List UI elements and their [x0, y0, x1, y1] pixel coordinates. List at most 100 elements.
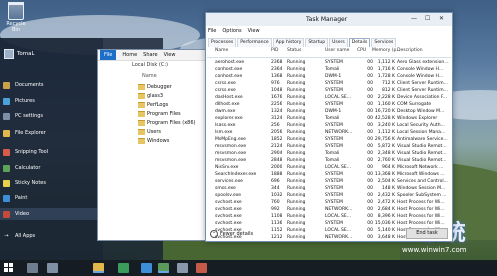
recycle-bin[interactable]: Recycle Bin: [4, 2, 28, 33]
menu-options[interactable]: Options: [222, 28, 241, 34]
calculator-icon[interactable]: [177, 263, 188, 273]
table-row[interactable]: conhost.exe 1368 Running DWM-1 00 1,728 K Cons…: [207, 73, 451, 80]
table-row[interactable]: smss.exe 344 Running SYSTEM 00 148 K Windows S…: [207, 185, 451, 192]
list-item[interactable]: Debugger: [138, 82, 172, 91]
table-cell: msvsmon.exe: [215, 158, 247, 163]
search-icon[interactable]: [27, 263, 38, 273]
table-row[interactable]: MsMpEng.exe 1852 Running SYSTEM 00 29,756 K An…: [207, 136, 451, 143]
table-cell: 3124: [271, 116, 283, 121]
tab-processes[interactable]: Processes: [208, 38, 237, 47]
end-task-button[interactable]: End task: [406, 228, 448, 239]
table-row[interactable]: msvsmon.exe 2124 Running SYSTEM 00 5,872 K Vis…: [207, 143, 451, 150]
table-row[interactable]: services.exe 696 Running SYSTEM 00 2,504 K Ser…: [207, 178, 451, 185]
tab-users[interactable]: Users: [329, 38, 348, 47]
internet-explorer-icon[interactable]: [141, 263, 152, 273]
maximize-icon[interactable]: ☐: [425, 15, 430, 22]
start-menu-item[interactable]: Documents: [0, 79, 103, 91]
start-menu-item[interactable]: Pictures: [0, 95, 103, 107]
close-icon[interactable]: ✕: [439, 15, 444, 22]
tab-performance[interactable]: Performance: [237, 38, 272, 47]
ribbon-tab-share[interactable]: Share: [143, 52, 157, 58]
start-menu-item[interactable]: Video: [0, 208, 103, 220]
list-item[interactable]: Users: [138, 127, 161, 136]
table-cell: Running: [287, 214, 306, 219]
table-row[interactable]: aerohost.exe 2368 Running SYSTEM 00 1,112 K Ae…: [207, 59, 451, 66]
list-item[interactable]: Program Files (x86): [138, 118, 195, 127]
title-bar[interactable]: Task Manager — ☐ ✕: [206, 13, 452, 26]
table-cell: Visual Studio Remot...: [397, 158, 447, 163]
table-row[interactable]: dwm.exe 1324 Running DWM-1 00 16,720 K Desktop…: [207, 108, 451, 115]
name-column-header[interactable]: Name: [142, 73, 157, 79]
column-header[interactable]: CPU: [357, 48, 366, 57]
table-cell: 13,368 K: [374, 172, 395, 177]
start-button[interactable]: [4, 263, 14, 273]
table-row[interactable]: svchost.exe1240 Running LOCAL SE...006,748…: [207, 241, 451, 242]
start-menu-item[interactable]: File Explorer›: [0, 127, 103, 139]
table-row[interactable]: explorer.exe 3124 Running Tomali 00 42,528 KW…: [207, 115, 451, 122]
table-row[interactable]: csrss.exe 976 Running SYSTEM 00 712 K Client S…: [207, 80, 451, 87]
table-cell: csrss.exe: [215, 81, 236, 86]
snipping-tool-icon[interactable]: [196, 263, 207, 273]
start-menu-item[interactable]: PC settings: [0, 110, 103, 122]
menu-file[interactable]: File: [208, 28, 216, 34]
table-row[interactable]: lsass.exe 256 Running SYSTEM 00 3,240 K Local …: [207, 122, 451, 129]
table-cell: Running: [287, 165, 306, 170]
table-cell: 2848: [271, 158, 283, 163]
table-row[interactable]: NisSrv.exe 2000 Running LOCAL SE... 00 964 KM…: [207, 164, 451, 171]
list-item[interactable]: Windows: [138, 136, 169, 145]
table-cell: 2,348 K: [377, 151, 395, 156]
tab-details[interactable]: Details: [348, 38, 371, 47]
start-menu-item[interactable]: Calculator: [0, 162, 103, 174]
table-cell: 1324: [271, 109, 283, 114]
start-menu-item[interactable]: Snipping Tool›: [0, 146, 103, 158]
fewer-details-button[interactable]: ^ Fewer details: [210, 230, 253, 238]
start-menu-item[interactable]: Paint: [0, 192, 103, 204]
column-header[interactable]: Description: [397, 48, 423, 57]
tab-app-history[interactable]: App history: [272, 38, 305, 47]
table-row[interactable]: msvsmon.exe 2904 Running Tomali 00 2,348 K Vis…: [207, 150, 451, 157]
list-item[interactable]: Program Files: [138, 109, 181, 118]
table-cell: Tomali: [325, 116, 340, 121]
table-row[interactable]: dasHost.exe 1676 Running LOCAL SE... 00 2,228…: [207, 94, 451, 101]
table-row[interactable]: svchost.exe 1108 Running LOCAL SE... 00 8,396…: [207, 213, 451, 220]
tab-services[interactable]: Services: [371, 38, 397, 47]
list-item[interactable]: PerfLogs: [138, 100, 168, 109]
task-manager-icon[interactable]: [158, 263, 169, 273]
table-row[interactable]: svchost.exe 992 Running NETWORK... 00 2,684 K…: [207, 206, 451, 213]
start-user[interactable]: TomaL: [4, 42, 35, 66]
paint-icon: [3, 194, 10, 202]
table-row[interactable]: dllhost.exe 2256 Running SYSTEM 00 1,160 K COM…: [207, 101, 451, 108]
table-row[interactable]: msvsmon.exe 2848 Running Tomali 00 2,760 K Vis…: [207, 157, 451, 164]
store-icon[interactable]: [118, 263, 129, 273]
column-header[interactable]: PID: [271, 48, 279, 57]
table-cell: 992: [271, 207, 280, 212]
column-header[interactable]: Name: [215, 48, 228, 57]
table-cell: 5,872 K: [377, 144, 395, 149]
table-row[interactable]: svchost.exe 1136 Running SYSTEM 00 15,036 K Ho…: [207, 220, 451, 227]
minimize-icon[interactable]: —: [411, 15, 417, 22]
menu-view[interactable]: View: [248, 28, 260, 34]
table-cell: 2,472 K: [377, 200, 395, 205]
table-row[interactable]: lsm.exe 2056 Running NETWORK... 00 1,112 K Loc…: [207, 129, 451, 136]
table-row[interactable]: SearchIndexer.exe 1888 Running SYSTEM 00 13,3…: [207, 171, 451, 178]
table-row[interactable]: spoolsv.exe 1032 Running SYSTEM 00 2,432 K Spo…: [207, 192, 451, 199]
ribbon-tab-home[interactable]: Home: [122, 52, 137, 58]
list-item[interactable]: glass3: [138, 91, 163, 100]
table-cell: 2,504 K: [377, 179, 395, 184]
ribbon-tab-file[interactable]: File: [100, 50, 117, 60]
ribbon-tab-view[interactable]: View: [164, 52, 176, 58]
start-menu-item[interactable]: Sticky Notes: [0, 177, 103, 189]
table-cell: Running: [287, 123, 306, 128]
table-row[interactable]: conhost.exe 2364 Running Tomali 00 1,716 K Con…: [207, 66, 451, 73]
folder-icon: [3, 129, 10, 137]
column-header[interactable]: Status: [287, 48, 301, 57]
all-apps-button[interactable]: → All Apps: [0, 230, 103, 242]
column-header[interactable]: User name: [325, 48, 349, 57]
folder-icon: [138, 101, 145, 108]
address-bar[interactable]: Local Disk (C:): [132, 62, 168, 68]
file-explorer-icon[interactable]: [93, 263, 104, 273]
tab-startup[interactable]: Startup: [305, 38, 329, 47]
table-row[interactable]: svchost.exe 760 Running SYSTEM 00 2,472 K Host…: [207, 199, 451, 206]
task-view-icon[interactable]: [47, 263, 58, 273]
table-row[interactable]: csrss.exe 1048 Running SYSTEM 00 812 K Client …: [207, 87, 451, 94]
